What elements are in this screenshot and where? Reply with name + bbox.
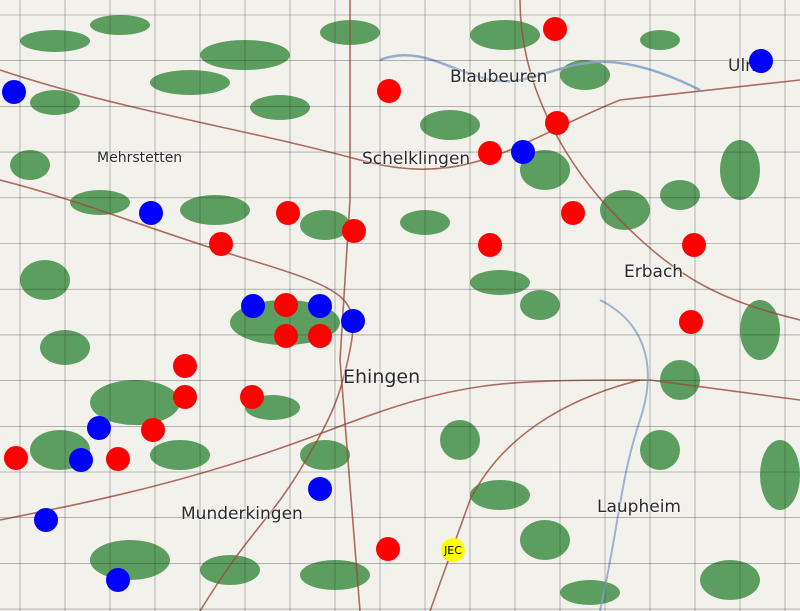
marker-red[interactable] <box>545 111 569 135</box>
marker-red[interactable] <box>543 17 567 41</box>
marker-blue[interactable] <box>69 448 93 472</box>
marker-red[interactable] <box>682 233 706 257</box>
place-label-munderkingen: Munderkingen <box>181 504 303 524</box>
marker-blue[interactable] <box>749 49 773 73</box>
marker-red[interactable] <box>141 418 165 442</box>
marker-red[interactable] <box>106 447 130 471</box>
place-label-schelklingen: Schelklingen <box>362 149 471 169</box>
marker-red[interactable] <box>276 201 300 225</box>
marker-red[interactable] <box>274 324 298 348</box>
place-label-blaubeuren: Blaubeuren <box>450 67 548 87</box>
place-label-erbach: Erbach <box>624 262 684 282</box>
marker-yellow-jec[interactable]: JEC <box>441 538 465 562</box>
marker-red[interactable] <box>561 201 585 225</box>
marker-red[interactable] <box>4 446 28 470</box>
marker-red[interactable] <box>376 537 400 561</box>
marker-blue[interactable] <box>87 416 111 440</box>
marker-red[interactable] <box>173 354 197 378</box>
marker-blue[interactable] <box>308 477 332 501</box>
place-label-ehingen: Ehingen <box>343 366 421 388</box>
marker-red[interactable] <box>377 79 401 103</box>
marker-red[interactable] <box>478 141 502 165</box>
marker-blue[interactable] <box>106 568 130 592</box>
place-label-laupheim: Laupheim <box>597 497 681 517</box>
marker-red[interactable] <box>342 219 366 243</box>
marker-red[interactable] <box>240 385 264 409</box>
marker-blue[interactable] <box>308 294 332 318</box>
marker-red[interactable] <box>679 310 703 334</box>
marker-blue[interactable] <box>2 80 26 104</box>
marker-red[interactable] <box>209 232 233 256</box>
place-label-mehrstetten: Mehrstetten <box>97 150 183 166</box>
marker-blue[interactable] <box>139 201 163 225</box>
marker-blue[interactable] <box>341 309 365 333</box>
marker-red[interactable] <box>274 293 298 317</box>
marker-blue[interactable] <box>511 140 535 164</box>
marker-red[interactable] <box>173 385 197 409</box>
map-canvas[interactable]: Blaubeuren Ulm Mehrstetten Schelklingen … <box>0 0 800 611</box>
marker-blue[interactable] <box>241 294 265 318</box>
marker-blue[interactable] <box>34 508 58 532</box>
marker-red[interactable] <box>308 324 332 348</box>
marker-red[interactable] <box>478 233 502 257</box>
